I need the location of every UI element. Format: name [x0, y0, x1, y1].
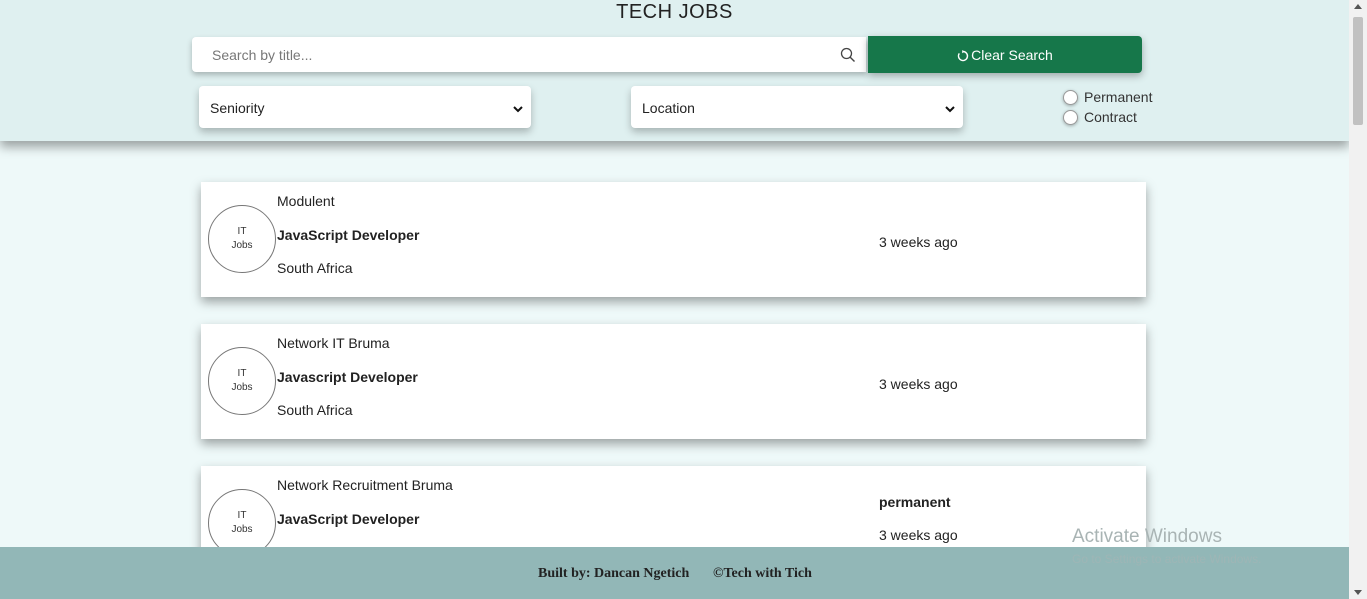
clear-search-button[interactable]: Clear Search	[868, 36, 1142, 73]
scroll-up-icon[interactable]	[1354, 4, 1362, 9]
refresh-icon	[957, 49, 969, 61]
chevron-down-icon	[513, 101, 523, 113]
logo-line: IT	[237, 226, 247, 237]
seniority-selected: Seniority	[210, 100, 265, 116]
footer-built-by: Built by: Dancan Ngetich	[538, 566, 690, 581]
job-title[interactable]: JavaScript Developer	[277, 227, 419, 243]
radio-permanent[interactable]: Permanent	[1063, 88, 1152, 106]
job-company: Network Recruitment Bruma	[277, 477, 453, 493]
logo-line: IT	[237, 368, 247, 379]
radio-button[interactable]	[1063, 89, 1078, 105]
job-title[interactable]: JavaScript Developer	[277, 511, 419, 527]
scroll-thumb[interactable]	[1353, 17, 1363, 125]
seniority-select[interactable]: Seniority	[199, 86, 531, 128]
logo-line: Jobs	[231, 524, 253, 535]
job-location: South Africa	[277, 402, 353, 418]
page-title: TECH JOBS	[616, 1, 733, 23]
radio-button[interactable]	[1063, 109, 1078, 125]
location-select[interactable]: Location	[631, 86, 963, 128]
job-type: permanent	[879, 494, 951, 510]
company-logo: IT Jobs	[208, 205, 276, 273]
logo-line: Jobs	[231, 240, 253, 251]
job-posted: 3 weeks ago	[879, 527, 958, 543]
company-logo: IT Jobs	[208, 347, 276, 415]
location-selected: Location	[642, 100, 695, 116]
header: TECH JOBS Clear Search Seniority Locatio…	[0, 0, 1349, 141]
search-input[interactable]	[202, 37, 822, 72]
job-card[interactable]: IT Jobs Modulent JavaScript Developer So…	[201, 182, 1146, 297]
job-title[interactable]: Javascript Developer	[277, 369, 418, 385]
chevron-down-icon	[945, 101, 955, 113]
job-location: South Africa	[277, 260, 353, 276]
radio-label: Contract	[1084, 109, 1137, 125]
job-posted: 3 weeks ago	[879, 376, 958, 392]
radio-label: Permanent	[1084, 89, 1153, 105]
job-card[interactable]: IT Jobs Network IT Bruma Javascript Deve…	[201, 324, 1146, 439]
clear-search-label: Clear Search	[971, 46, 1053, 63]
job-company: Modulent	[277, 193, 335, 209]
search-icon[interactable]	[840, 47, 856, 63]
logo-line: Jobs	[231, 382, 253, 393]
activate-windows-watermark: Activate Windows	[1072, 526, 1222, 547]
vertical-scrollbar[interactable]	[1349, 0, 1367, 599]
footer-copyright: ©Tech with Tich	[713, 566, 812, 581]
search-bar	[192, 37, 866, 72]
scroll-down-icon[interactable]	[1354, 590, 1362, 595]
job-posted: 3 weeks ago	[879, 234, 958, 250]
activate-windows-subtitle: Go to Settings to activate Windows.	[1072, 552, 1262, 566]
logo-line: IT	[237, 510, 247, 521]
job-company: Network IT Bruma	[277, 335, 390, 351]
radio-contract[interactable]: Contract	[1063, 108, 1137, 126]
